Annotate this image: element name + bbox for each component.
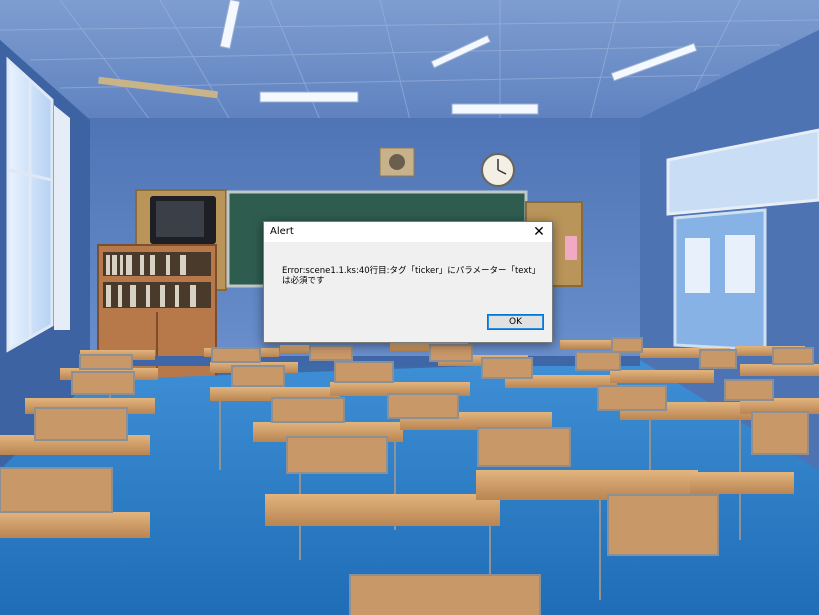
alert-message: Error:scene1.1.ks:40行目:タグ「ticker」にパラメーター…	[282, 266, 541, 286]
alert-title: Alert	[270, 226, 294, 237]
ok-button[interactable]: OK	[487, 314, 544, 330]
alert-titlebar[interactable]: Alert ✕	[264, 222, 552, 242]
alert-body: Error:scene1.1.ks:40行目:タグ「ticker」にパラメーター…	[264, 242, 552, 342]
alert-dialog: Alert ✕ Error:scene1.1.ks:40行目:タグ「ticker…	[263, 221, 553, 343]
close-icon[interactable]: ✕	[528, 223, 550, 241]
